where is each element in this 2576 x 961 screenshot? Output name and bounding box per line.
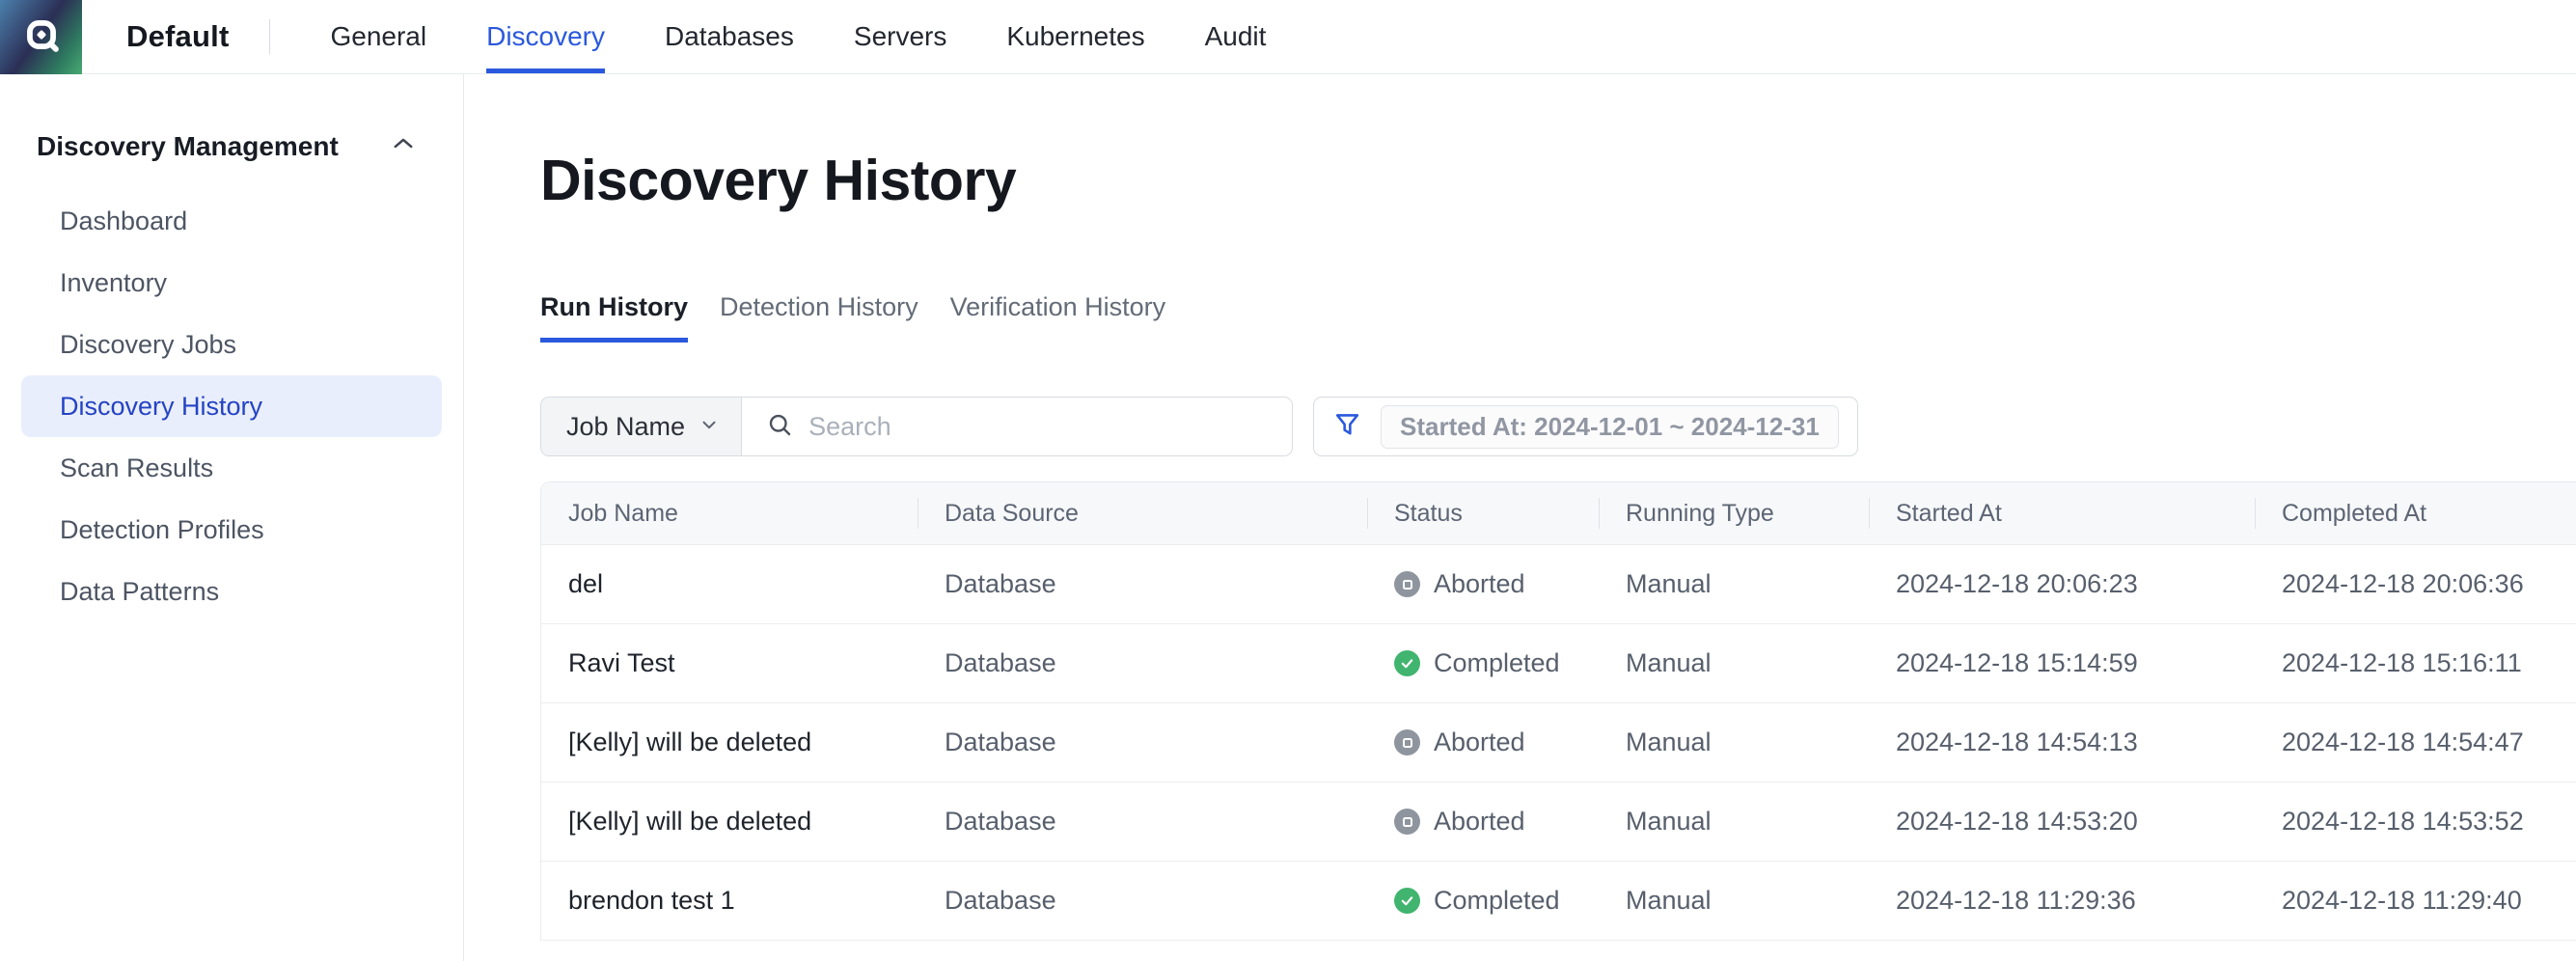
cell-started-at: 2024-12-18 11:29:36 bbox=[1869, 886, 2255, 916]
run-history-table: Job NameData SourceStatusRunning TypeSta… bbox=[540, 481, 2576, 941]
table-row[interactable]: [Kelly] will be deleted Database Aborted bbox=[541, 783, 2576, 862]
sidebar-item-detection-profiles[interactable]: Detection Profiles bbox=[21, 499, 442, 561]
nav-tab-audit[interactable]: Audit bbox=[1205, 0, 1267, 73]
table-row[interactable]: del Database Aborted bbox=[541, 545, 2576, 624]
cell-running-type: Manual bbox=[1599, 728, 1869, 757]
topbar-divider bbox=[269, 19, 270, 54]
column-header-running-type[interactable]: Running Type bbox=[1599, 500, 1869, 528]
tab-verification-history[interactable]: Verification History bbox=[950, 292, 1166, 343]
status-aborted-icon bbox=[1394, 809, 1420, 835]
cell-data-source: Database bbox=[918, 807, 1367, 837]
column-header-started-at[interactable]: Started At bbox=[1869, 500, 2255, 528]
cell-running-type: Manual bbox=[1599, 807, 1869, 837]
tab-run-history[interactable]: Run History bbox=[540, 292, 688, 343]
brand-mark-icon bbox=[19, 13, 64, 62]
tab-detection-history[interactable]: Detection History bbox=[720, 292, 918, 343]
search-box bbox=[742, 398, 1292, 455]
status-completed-icon bbox=[1394, 888, 1420, 914]
column-header-completed-at[interactable]: Completed At bbox=[2255, 500, 2576, 528]
cell-data-source: Database bbox=[918, 886, 1367, 916]
cell-job-name: [Kelly] will be deleted bbox=[541, 728, 918, 757]
search-field-value: Job Name bbox=[566, 412, 685, 442]
sidebar-item-dashboard[interactable]: Dashboard bbox=[21, 190, 442, 252]
cell-running-type: Manual bbox=[1599, 648, 1869, 678]
content-row: Discovery Management DashboardInventoryD… bbox=[0, 74, 2576, 961]
search-group: Job Name bbox=[540, 397, 1293, 456]
status-label: Aborted bbox=[1434, 728, 1525, 757]
top-bar: Default General Discovery Databases Servers… bbox=[0, 0, 2576, 74]
cell-data-source: Database bbox=[918, 569, 1367, 599]
sidebar-items: DashboardInventoryDiscovery JobsDiscover… bbox=[0, 190, 463, 622]
cell-job-name: del bbox=[541, 569, 918, 599]
table-row[interactable]: [Kelly] will be deleted Database Aborted bbox=[541, 703, 2576, 783]
cell-started-at: 2024-12-18 14:54:13 bbox=[1869, 728, 2255, 757]
status-label: Aborted bbox=[1434, 569, 1525, 599]
cell-running-type: Manual bbox=[1599, 569, 1869, 599]
cell-started-at: 2024-12-18 15:14:59 bbox=[1869, 648, 2255, 678]
status-label: Aborted bbox=[1434, 807, 1525, 837]
cell-status: Completed bbox=[1367, 648, 1599, 678]
sidebar-item-discovery-jobs[interactable]: Discovery Jobs bbox=[21, 314, 442, 375]
table-row[interactable]: Ravi Test Database Completed bbox=[541, 624, 2576, 703]
chevron-down-icon bbox=[699, 412, 720, 442]
search-icon bbox=[765, 410, 794, 444]
cell-job-name: [Kelly] will be deleted bbox=[541, 807, 918, 837]
sidebar-group-label: Discovery Management bbox=[37, 131, 339, 162]
history-tabs: Run History Detection History Verification… bbox=[540, 292, 2576, 343]
page-title: Discovery History bbox=[540, 148, 2576, 213]
cell-status: Aborted bbox=[1367, 569, 1599, 599]
cell-completed-at: 2024-12-18 20:06:36 bbox=[2255, 569, 2576, 599]
chevron-up-icon bbox=[390, 130, 417, 164]
cell-status: Completed bbox=[1367, 886, 1599, 916]
cell-started-at: 2024-12-18 20:06:23 bbox=[1869, 569, 2255, 599]
cell-completed-at: 2024-12-18 14:53:52 bbox=[2255, 807, 2576, 837]
cell-job-name: brendon test 1 bbox=[541, 886, 918, 916]
cell-data-source: Database bbox=[918, 648, 1367, 678]
main-content: Discovery History Run History Detection H… bbox=[464, 74, 2576, 961]
status-completed-icon bbox=[1394, 650, 1420, 676]
sidebar-group-discovery-management[interactable]: Discovery Management bbox=[0, 119, 463, 175]
sidebar-item-scan-results[interactable]: Scan Results bbox=[21, 437, 442, 499]
status-aborted-icon bbox=[1394, 729, 1420, 755]
advanced-filter[interactable]: Started At: 2024-12-01 ~ 2024-12-31 bbox=[1313, 397, 1858, 456]
sidebar-item-data-patterns[interactable]: Data Patterns bbox=[21, 561, 442, 622]
search-input[interactable] bbox=[808, 412, 1269, 442]
cell-status: Aborted bbox=[1367, 728, 1599, 757]
top-nav: General Discovery Databases Servers Kubernet… bbox=[330, 0, 1266, 73]
nav-tab-servers[interactable]: Servers bbox=[854, 0, 946, 73]
table-header-row: Job NameData SourceStatusRunning TypeSta… bbox=[541, 482, 2576, 545]
cell-completed-at: 2024-12-18 14:54:47 bbox=[2255, 728, 2576, 757]
filter-funnel-icon bbox=[1332, 409, 1362, 444]
status-label: Completed bbox=[1434, 648, 1560, 678]
cell-completed-at: 2024-12-18 15:16:11 bbox=[2255, 648, 2576, 678]
filter-row: Job Name bbox=[540, 397, 2576, 456]
cell-status: Aborted bbox=[1367, 807, 1599, 837]
nav-tab-general[interactable]: General bbox=[330, 0, 426, 73]
nav-tab-databases[interactable]: Databases bbox=[665, 0, 794, 73]
status-label: Completed bbox=[1434, 886, 1560, 916]
workspace-name: Default bbox=[126, 19, 229, 54]
nav-tab-kubernetes[interactable]: Kubernetes bbox=[1006, 0, 1144, 73]
search-field-selector[interactable]: Job Name bbox=[541, 398, 742, 455]
cell-data-source: Database bbox=[918, 728, 1367, 757]
app-logo[interactable] bbox=[0, 0, 82, 74]
date-range-filter-tag[interactable]: Started At: 2024-12-01 ~ 2024-12-31 bbox=[1381, 405, 1839, 449]
status-aborted-icon bbox=[1394, 571, 1420, 597]
sidebar: Discovery Management DashboardInventoryD… bbox=[0, 74, 464, 961]
column-header-data-source[interactable]: Data Source bbox=[918, 500, 1367, 528]
column-header-job-name[interactable]: Job Name bbox=[541, 500, 918, 528]
sidebar-item-inventory[interactable]: Inventory bbox=[21, 252, 442, 314]
table-row[interactable]: brendon test 1 Database Completed bbox=[541, 862, 2576, 941]
column-header-status[interactable]: Status bbox=[1367, 500, 1599, 528]
nav-tab-discovery[interactable]: Discovery bbox=[486, 0, 605, 73]
sidebar-item-discovery-history[interactable]: Discovery History bbox=[21, 375, 442, 437]
cell-started-at: 2024-12-18 14:53:20 bbox=[1869, 807, 2255, 837]
table-body: del Database Aborted bbox=[541, 545, 2576, 941]
cell-job-name: Ravi Test bbox=[541, 648, 918, 678]
cell-completed-at: 2024-12-18 11:29:40 bbox=[2255, 886, 2576, 916]
cell-running-type: Manual bbox=[1599, 886, 1869, 916]
